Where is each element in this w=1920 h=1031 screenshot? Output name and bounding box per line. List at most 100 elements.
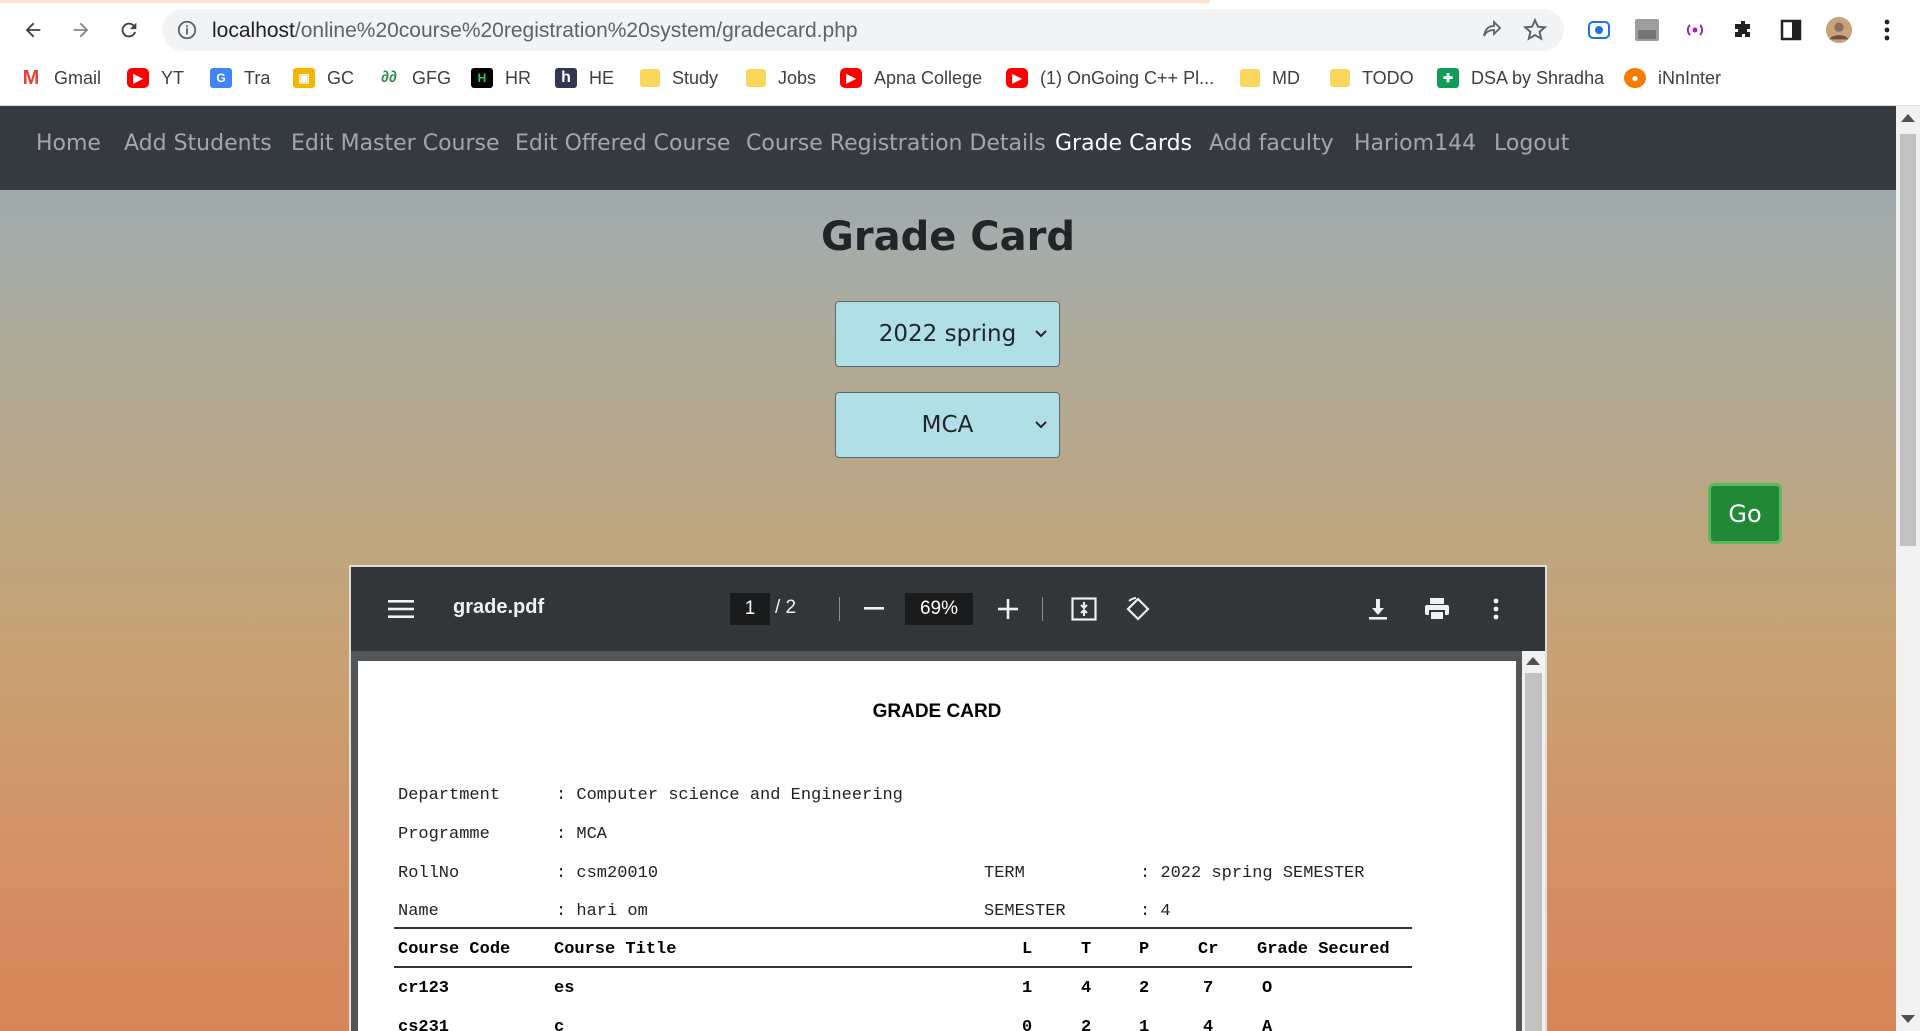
fit-to-page-button[interactable] <box>1069 594 1099 624</box>
bookmark-gfg[interactable]: ∂∂ GFG <box>378 64 451 92</box>
bookmark-tra[interactable]: G Tra <box>210 64 270 92</box>
scroll-up-arrow-icon[interactable] <box>1901 114 1915 122</box>
gmail-icon: M <box>22 66 40 89</box>
column-header-grade: Grade Secured <box>1257 940 1390 959</box>
scroll-up-arrow-icon[interactable] <box>1526 657 1540 665</box>
gfg-icon: ∂∂ <box>381 69 397 86</box>
bookmark-jobs[interactable]: Jobs <box>746 64 816 92</box>
bookmark-gmail[interactable]: M Gmail <box>20 64 101 92</box>
nav-edit-offered-course[interactable]: Edit Offered Course <box>515 131 730 156</box>
column-header-course-code: Course Code <box>398 940 511 959</box>
semester-value: : 4 <box>1140 902 1171 921</box>
bookmark-apna-college[interactable]: ▶ Apna College <box>840 64 982 92</box>
bookmark-ongoing-cpp[interactable]: ▶ (1) OnGoing C++ Pl... <box>1006 64 1214 92</box>
bookmark-yt[interactable]: ▶ YT <box>127 64 184 92</box>
youtube-icon: ▶ <box>1006 68 1028 88</box>
download-button[interactable] <box>1363 594 1393 624</box>
address-bar[interactable]: localhost/online%20course%20registration… <box>162 9 1564 51</box>
pdf-page-total: / 2 <box>775 597 797 618</box>
nav-add-faculty[interactable]: Add faculty <box>1209 131 1334 156</box>
browser-chrome: localhost/online%20course%20registration… <box>0 0 1920 106</box>
reload-button[interactable] <box>111 12 147 48</box>
programme-value: : MCA <box>556 825 608 844</box>
back-button[interactable] <box>15 12 51 48</box>
bookmark-label: HE <box>589 67 615 88</box>
rotate-icon <box>1126 597 1150 621</box>
cell-grade: O <box>1262 979 1273 998</box>
bookmark-hr[interactable]: H HR <box>471 64 531 92</box>
extensions-puzzle-icon[interactable] <box>1729 16 1757 44</box>
bookmark-dsa-by-shradha[interactable]: ✚ DSA by Shradha <box>1437 64 1604 92</box>
bookmark-label: Apna College <box>874 67 983 88</box>
column-header-t: T <box>1081 940 1092 959</box>
zoom-out-button[interactable] <box>859 594 889 624</box>
globe-icon: ● <box>1624 68 1646 88</box>
url-text[interactable]: localhost/online%20course%20registration… <box>212 19 858 43</box>
side-panel-icon[interactable] <box>1777 16 1805 44</box>
column-header-course-title: Course Title <box>554 940 677 959</box>
cell-cr: 4 <box>1203 1018 1214 1031</box>
bookmark-label: HR <box>505 67 531 88</box>
zoom-in-button[interactable] <box>993 594 1023 624</box>
nav-course-registration-details[interactable]: Course Registration Details <box>746 131 1046 156</box>
nav-home[interactable]: Home <box>36 131 101 156</box>
bookmark-md[interactable]: MD <box>1240 64 1300 92</box>
pdf-more-button[interactable] <box>1481 594 1511 624</box>
print-icon <box>1425 598 1449 621</box>
folder-icon <box>746 69 766 87</box>
term-select[interactable]: 2022 spring <box>835 301 1060 367</box>
nav-logout[interactable]: Logout <box>1494 131 1569 156</box>
rotate-button[interactable] <box>1123 594 1153 624</box>
toolbar-divider <box>1042 597 1043 621</box>
chevron-down-icon <box>1035 421 1047 429</box>
tineye-extension-icon[interactable] <box>1633 16 1661 44</box>
program-select-value: MCA <box>921 412 974 438</box>
term-select-value: 2022 spring <box>878 321 1017 347</box>
translate-icon: G <box>210 68 232 88</box>
nav-edit-master-course[interactable]: Edit Master Course <box>291 131 500 156</box>
info-icon[interactable] <box>176 19 198 41</box>
bookmark-study[interactable]: Study <box>640 64 718 92</box>
folder-icon <box>640 69 660 87</box>
youtube-icon: ▶ <box>840 68 862 88</box>
nav-user-profile[interactable]: Hariom144 <box>1354 131 1476 156</box>
nav-grade-cards[interactable]: Grade Cards <box>1055 131 1192 156</box>
bookmark-label: Tra <box>244 67 271 88</box>
pdf-scrollbar[interactable] <box>1522 651 1545 1031</box>
pdf-scroll-thumb[interactable] <box>1525 673 1542 1031</box>
bookmark-he[interactable]: h HE <box>555 64 614 92</box>
bookmark-todo[interactable]: TODO <box>1330 64 1414 92</box>
scroll-down-arrow-icon[interactable] <box>1901 1015 1915 1023</box>
forward-button[interactable] <box>63 12 99 48</box>
bookmark-innintern[interactable]: ● iNnInter <box>1624 64 1721 92</box>
go-button[interactable]: Go <box>1708 483 1782 544</box>
cell-course-code: cs231 <box>398 1018 450 1031</box>
sheets-icon: ✚ <box>1437 68 1459 88</box>
broadcast-extension-icon[interactable] <box>1681 16 1709 44</box>
profile-avatar[interactable] <box>1825 16 1853 44</box>
bookmark-star-icon[interactable] <box>1522 17 1548 43</box>
bookmark-gc[interactable]: ▣ GC <box>293 64 354 92</box>
pdf-zoom-input[interactable]: 69% <box>905 593 973 625</box>
bookmark-label: Gmail <box>54 67 102 88</box>
program-select[interactable]: MCA <box>835 392 1060 458</box>
window-scroll-thumb[interactable] <box>1900 134 1916 546</box>
cell-l: 1 <box>1022 979 1033 998</box>
rollno-value: : csm20010 <box>556 864 659 883</box>
screen-capture-extension-icon[interactable] <box>1585 16 1613 44</box>
nav-add-students[interactable]: Add Students <box>124 131 272 156</box>
cell-cr: 7 <box>1203 979 1214 998</box>
window-scrollbar[interactable] <box>1896 106 1920 1031</box>
bookmarks-bar: M Gmail ▶ YT G Tra ▣ GC ∂∂ GFG H HR h HE Study … <box>0 60 1920 96</box>
print-button[interactable] <box>1422 594 1452 624</box>
bookmark-label: Jobs <box>778 67 817 88</box>
bookmark-label: Study <box>672 67 719 88</box>
pdf-menu-button[interactable] <box>386 594 416 624</box>
more-menu-icon[interactable] <box>1873 16 1901 44</box>
bookmark-label: GFG <box>412 67 451 88</box>
share-icon[interactable] <box>1480 18 1504 42</box>
pdf-page-input[interactable]: 1 <box>730 593 770 625</box>
hackerrank-icon: H <box>471 68 493 88</box>
page-viewport: Home Add Students Edit Master Course Edi… <box>0 106 1896 1031</box>
more-vert-icon <box>1493 598 1499 620</box>
